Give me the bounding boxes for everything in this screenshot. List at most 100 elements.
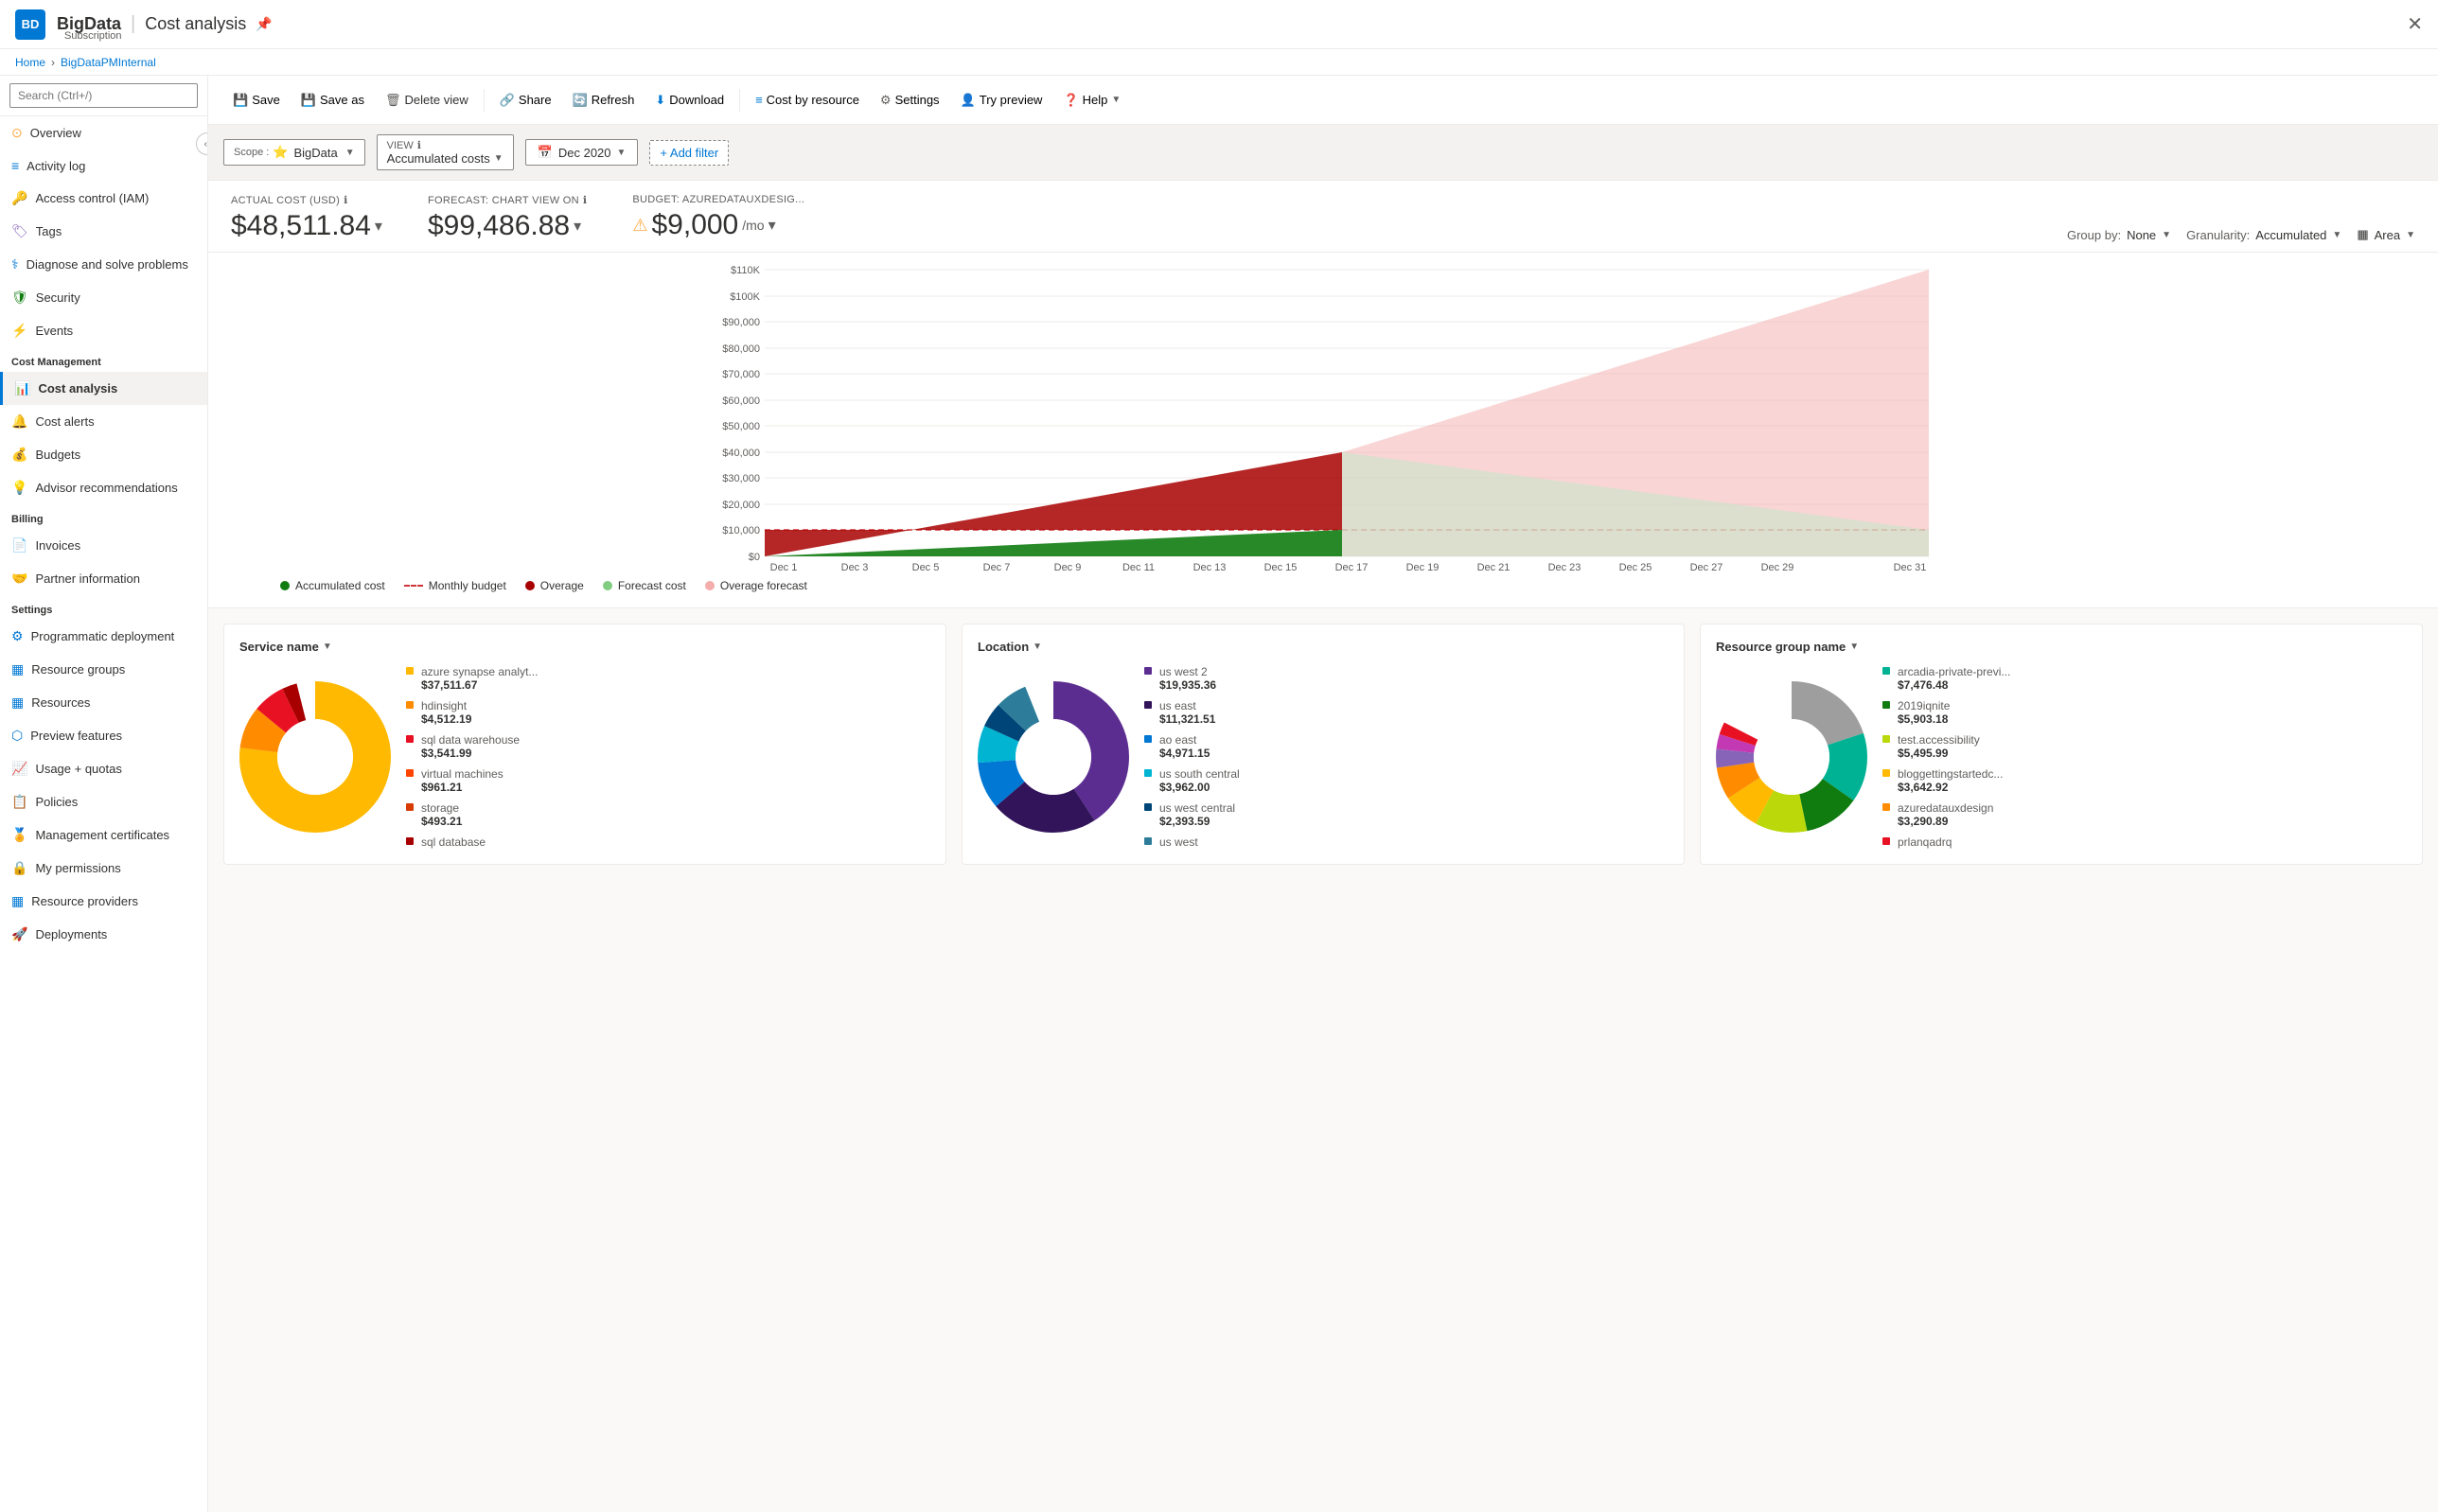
sidebar-item-partner-info[interactable]: 🤝 Partner information — [0, 562, 207, 595]
sidebar-item-security[interactable]: 🛡 Security — [0, 281, 207, 314]
date-selector[interactable]: 📅 Dec 2020 ▼ — [525, 139, 639, 166]
sidebar-item-activity-log[interactable]: ≡ Activity log — [0, 149, 207, 182]
sidebar-item-diagnose[interactable]: ⚕ Diagnose and solve problems — [0, 248, 207, 281]
sidebar-item-invoices[interactable]: 📄 Invoices — [0, 529, 207, 562]
chart-section: $110K $100K $90,000 $80,000 — [208, 253, 2438, 608]
cost-chart: $110K $100K $90,000 $80,000 — [223, 260, 2423, 572]
donut-title-location[interactable]: Location ▼ — [978, 640, 1669, 654]
legend-item: prlanqadrq — [1882, 835, 2407, 849]
resource-group-donut-legend: arcadia-private-previ... $7,476.48 2019i… — [1882, 665, 2407, 849]
main-content: 💾 Save 💾 Save as 🗑 Delete view 🔗 Share — [208, 76, 2438, 1512]
sidebar-item-access-control[interactable]: 🔑 Access control (IAM) — [0, 182, 207, 215]
sidebar-item-overview[interactable]: ⊙ Overview — [0, 116, 207, 149]
donut-card-location: Location ▼ — [962, 624, 1685, 865]
legend-item: us south central $3,962.00 — [1144, 767, 1669, 794]
svg-text:$80,000: $80,000 — [722, 343, 760, 355]
resource-group-donut-chart — [1716, 681, 1867, 833]
sidebar-item-cost-alerts[interactable]: 🔔 Cost alerts — [0, 405, 207, 438]
legend-item: sql data warehouse $3,541.99 — [406, 733, 930, 760]
sidebar-item-policies[interactable]: 📋 Policies — [0, 785, 207, 818]
save-as-button[interactable]: 💾 Save as — [292, 87, 374, 114]
legend-item: azuredatauxdesign $3,290.89 — [1882, 801, 2407, 828]
sidebar-item-tags[interactable]: 🏷 Tags — [0, 215, 207, 248]
svg-text:Dec 21: Dec 21 — [1477, 562, 1510, 572]
add-filter-button[interactable]: + Add filter — [649, 140, 729, 166]
svg-text:Dec 27: Dec 27 — [1690, 562, 1723, 572]
svg-text:$60,000: $60,000 — [722, 396, 760, 407]
svg-text:Dec 1: Dec 1 — [770, 562, 798, 572]
sidebar-item-resource-groups[interactable]: ▦ Resource groups — [0, 653, 207, 686]
legend-item: hdinsight $4,512.19 — [406, 699, 930, 726]
legend-overage: Overage — [525, 579, 584, 592]
svg-text:Dec 7: Dec 7 — [983, 562, 1011, 572]
legend-item: sql database — [406, 835, 930, 849]
top-bar: BD BigData | Cost analysis 📌 Subscriptio… — [0, 0, 2438, 49]
view-selector[interactable]: VIEW ℹ Accumulated costs ▼ — [377, 134, 514, 170]
download-button[interactable]: ⬇ Download — [645, 87, 733, 114]
filter-bar: Scope : ⭐ BigData ▼ VIEW ℹ Accumulated c… — [208, 125, 2438, 181]
cost-by-resource-button[interactable]: ≡ Cost by resource — [746, 87, 869, 113]
donut-card-service: Service name ▼ — [223, 624, 946, 865]
save-button[interactable]: 💾 Save — [223, 87, 290, 114]
close-icon[interactable]: ✕ — [2407, 12, 2423, 36]
sidebar-item-preview-features[interactable]: ⬡ Preview features — [0, 719, 207, 752]
donut-card-resource-group: Resource group name ▼ — [1700, 624, 2423, 865]
breadcrumb-home[interactable]: Home — [15, 56, 45, 69]
pin-icon[interactable]: 📌 — [256, 16, 272, 32]
chart-type-control[interactable]: ▦ Area ▼ — [2357, 227, 2415, 242]
group-by-control[interactable]: Group by: None ▼ — [2067, 228, 2171, 242]
share-button[interactable]: 🔗 Share — [490, 87, 561, 114]
legend-item: us east $11,321.51 — [1144, 699, 1669, 726]
refresh-button[interactable]: 🔄 Refresh — [563, 87, 645, 114]
sidebar-item-programmatic[interactable]: ⚙ Programmatic deployment — [0, 620, 207, 653]
legend-item: azure synapse analyt... $37,511.67 — [406, 665, 930, 692]
help-button[interactable]: ❓ Help ▼ — [1053, 87, 1130, 114]
legend-item: ao east $4,971.15 — [1144, 733, 1669, 760]
sidebar-item-my-permissions[interactable]: 🔒 My permissions — [0, 852, 207, 885]
legend-forecast-cost: Forecast cost — [603, 579, 686, 592]
donut-title-service[interactable]: Service name ▼ — [239, 640, 930, 654]
sidebar-item-budgets[interactable]: 💰 Budgets — [0, 438, 207, 471]
settings-button[interactable]: ⚙ Settings — [871, 87, 949, 114]
sidebar-item-usage-quotas[interactable]: 📈 Usage + quotas — [0, 752, 207, 785]
section-billing: Billing — [0, 504, 207, 529]
sidebar-item-cost-analysis[interactable]: 📊 Cost analysis — [0, 372, 207, 405]
svg-text:Dec 9: Dec 9 — [1054, 562, 1082, 572]
legend-item: us west — [1144, 835, 1669, 849]
header-sep: | — [131, 13, 135, 35]
svg-text:Dec 29: Dec 29 — [1761, 562, 1794, 572]
sidebar-item-resource-providers[interactable]: ▦ Resource providers — [0, 885, 207, 918]
scope-selector[interactable]: Scope : ⭐ BigData ▼ — [223, 139, 365, 166]
legend-item: us west central $2,393.59 — [1144, 801, 1669, 828]
delete-view-button[interactable]: 🗑 Delete view — [376, 87, 478, 114]
svg-text:$10,000: $10,000 — [722, 525, 760, 536]
svg-text:Dec 11: Dec 11 — [1122, 562, 1155, 572]
svg-text:$110K: $110K — [731, 265, 761, 276]
sidebar-item-advisor[interactable]: 💡 Advisor recommendations — [0, 471, 207, 504]
svg-text:$100K: $100K — [730, 291, 760, 303]
svg-text:Dec 31: Dec 31 — [1894, 562, 1927, 572]
sidebar-item-resources[interactable]: ▦ Resources — [0, 686, 207, 719]
svg-text:$30,000: $30,000 — [722, 473, 760, 484]
location-donut-chart — [978, 681, 1129, 833]
granularity-control[interactable]: Granularity: Accumulated ▼ — [2186, 228, 2341, 242]
legend-accumulated-cost: Accumulated cost — [280, 579, 385, 592]
cost-header-section: ACTUAL COST (USD) ℹ $48,511.84 ▾ FORECAS… — [208, 181, 2438, 253]
app-logo: BD — [15, 9, 45, 40]
try-preview-button[interactable]: 👤 Try preview — [951, 87, 1052, 114]
svg-text:Dec 17: Dec 17 — [1335, 562, 1369, 572]
chart-legend: Accumulated cost Monthly budget Overage — [223, 575, 2423, 596]
svg-text:Dec 5: Dec 5 — [912, 562, 940, 572]
legend-item: test.accessibility $5,495.99 — [1882, 733, 2407, 760]
legend-overage-forecast: Overage forecast — [705, 579, 807, 592]
breadcrumb-subscription[interactable]: BigDataPMInternal — [61, 56, 156, 69]
service-donut-legend: azure synapse analyt... $37,511.67 hdins… — [406, 665, 930, 849]
sidebar-item-deployments[interactable]: 🚀 Deployments — [0, 918, 207, 951]
location-donut-legend: us west 2 $19,935.36 us east $11,321.51 — [1144, 665, 1669, 849]
sidebar-item-events[interactable]: ⚡ Events — [0, 314, 207, 347]
search-input[interactable] — [9, 83, 198, 108]
page-title: Cost analysis — [145, 14, 246, 34]
sidebar-item-management-certs[interactable]: 🏅 Management certificates — [0, 818, 207, 852]
svg-text:$70,000: $70,000 — [722, 369, 760, 380]
donut-title-resource-group[interactable]: Resource group name ▼ — [1716, 640, 2407, 654]
